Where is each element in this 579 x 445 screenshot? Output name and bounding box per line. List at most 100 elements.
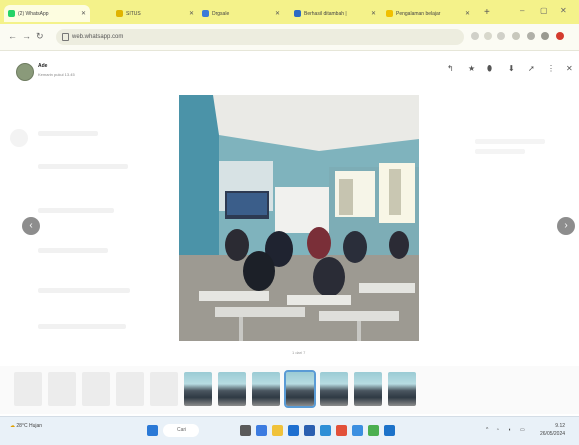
tab-label: SITUS — [126, 10, 141, 17]
taskbar: ☁ 28°C Hujan Cari ^ ◔ ◖ ▭ 9.12 26/05/202… — [0, 416, 579, 445]
start-icon[interactable] — [147, 425, 158, 436]
browser-tab-strip: (2) WhatsApp ✕ SITUS ✕ Drgsale ✕ Berhasi… — [0, 0, 579, 24]
reply-icon[interactable]: ↰ — [447, 64, 454, 73]
media-viewer: Ade Kemarin pukul 13.45 ↰ ★ ⬮ ⬇ ➚ ⋮ ✕ ‹ … — [0, 51, 579, 396]
panel-text — [475, 139, 545, 144]
tab-situs[interactable]: SITUS ✕ — [112, 5, 198, 22]
taskbar-search[interactable]: Cari — [163, 424, 199, 437]
tab-whatsapp[interactable]: (2) WhatsApp ✕ — [4, 5, 90, 22]
site-icon — [294, 10, 301, 17]
media-thumbnail[interactable] — [48, 372, 76, 406]
chat-preview — [38, 288, 130, 293]
classroom-photo-graphic — [179, 95, 419, 341]
more-icon[interactable]: ⋮ — [547, 64, 555, 73]
whatsapp-icon — [8, 10, 15, 17]
extension-icon[interactable] — [512, 32, 520, 40]
chat-preview — [38, 248, 108, 253]
previous-media-button[interactable]: ‹ — [22, 217, 40, 235]
file-explorer-icon[interactable] — [272, 425, 283, 436]
media-thumbnail[interactable] — [218, 372, 246, 406]
star-icon[interactable]: ★ — [468, 64, 475, 73]
media-thumbnail[interactable] — [184, 372, 212, 406]
tab-label: Drgsale — [212, 10, 230, 17]
weather-description: Hujan — [28, 423, 43, 429]
battery-icon[interactable]: ▭ — [520, 427, 525, 433]
chat-preview — [38, 131, 98, 136]
weather-temperature: 28°C — [16, 423, 28, 429]
app-icon[interactable] — [352, 425, 363, 436]
mail-icon[interactable] — [320, 425, 331, 436]
site-icon — [202, 10, 209, 17]
media-thumbnail[interactable] — [320, 372, 348, 406]
new-tab-button[interactable]: + — [484, 7, 490, 18]
close-icon[interactable]: ✕ — [371, 10, 376, 17]
tab-label: (2) WhatsApp — [18, 10, 49, 17]
classroom-photo — [179, 95, 419, 341]
tab-label: Berhasil ditambah | — [304, 10, 347, 17]
close-icon[interactable]: ✕ — [275, 10, 280, 17]
volume-icon[interactable]: ◖ — [508, 427, 511, 433]
media-thumbnail[interactable] — [82, 372, 110, 406]
media-thumbnail[interactable] — [116, 372, 144, 406]
clock-time: 9.12 — [555, 423, 566, 429]
tab-berhasil[interactable]: Berhasil ditambah | ✕ — [290, 5, 380, 22]
chat-avatar — [10, 129, 28, 147]
media-thumbnail[interactable] — [252, 372, 280, 406]
chat-preview — [38, 324, 126, 329]
media-thumbnail[interactable] — [388, 372, 416, 406]
wifi-icon[interactable]: ◔ — [496, 427, 499, 433]
weather-icon: ☁ — [10, 423, 15, 429]
app-icon[interactable] — [368, 425, 379, 436]
tab-label: Pengalaman belajar — [396, 10, 441, 17]
chat-preview — [38, 208, 114, 213]
close-icon[interactable]: ✕ — [465, 10, 470, 17]
profile-icon[interactable] — [556, 32, 564, 40]
sender-name: Ade — [38, 63, 48, 69]
back-icon[interactable]: ← — [8, 31, 17, 41]
panel-text — [475, 149, 525, 154]
close-window-button[interactable]: ✕ — [560, 6, 567, 15]
chrome-icon[interactable] — [336, 425, 347, 436]
media-thumbnail[interactable] — [354, 372, 382, 406]
install-icon[interactable] — [471, 32, 479, 40]
word-icon[interactable] — [384, 425, 395, 436]
url-field[interactable]: web.whatsapp.com — [56, 29, 464, 45]
chat-preview — [38, 164, 128, 169]
search-label: Cari — [177, 427, 187, 433]
media-thumbnail[interactable] — [14, 372, 42, 406]
download-icon[interactable]: ⬇ — [508, 64, 515, 73]
forward-icon[interactable]: → — [22, 31, 31, 41]
weather-widget[interactable]: ☁ 28°C Hujan — [10, 423, 42, 429]
lock-icon — [62, 33, 69, 41]
tab-pengalaman[interactable]: Pengalaman belajar ✕ — [382, 5, 474, 22]
sender-timestamp: Kemarin pukul 13.45 — [38, 72, 75, 77]
forward-icon[interactable]: ➚ — [528, 64, 535, 73]
url-text: web.whatsapp.com — [72, 34, 124, 40]
edge-icon[interactable] — [288, 425, 299, 436]
media-thumbnail[interactable] — [150, 372, 178, 406]
close-icon[interactable]: ✕ — [566, 64, 573, 73]
media-thumbnail-strip — [0, 366, 579, 414]
bookmark-icon[interactable] — [497, 32, 505, 40]
tab-drgsale[interactable]: Drgsale ✕ — [198, 5, 284, 22]
clock-date: 26/05/2024 — [540, 431, 566, 437]
widgets-icon[interactable] — [256, 425, 267, 436]
task-view-icon[interactable] — [240, 425, 251, 436]
share-icon[interactable] — [484, 32, 492, 40]
maximize-button[interactable]: ▢ — [540, 6, 548, 15]
reload-icon[interactable]: ↻ — [36, 31, 44, 42]
close-icon[interactable]: ✕ — [189, 10, 194, 17]
next-media-button[interactable]: › — [557, 217, 575, 235]
media-thumbnail-selected[interactable] — [284, 370, 316, 408]
download-icon[interactable] — [527, 32, 535, 40]
store-icon[interactable] — [304, 425, 315, 436]
tray-chevron-icon[interactable]: ^ — [486, 427, 488, 433]
clock[interactable]: 9.12 26/05/2024 — [540, 422, 565, 438]
pin-icon[interactable]: ⬮ — [487, 64, 492, 74]
minimize-button[interactable]: – — [520, 6, 524, 15]
close-icon[interactable]: ✕ — [81, 10, 86, 17]
address-bar-row: ← → ↻ web.whatsapp.com — [0, 24, 579, 51]
sender-avatar[interactable] — [16, 63, 34, 81]
site-icon — [116, 10, 123, 17]
sidebar-icon[interactable] — [541, 32, 549, 40]
